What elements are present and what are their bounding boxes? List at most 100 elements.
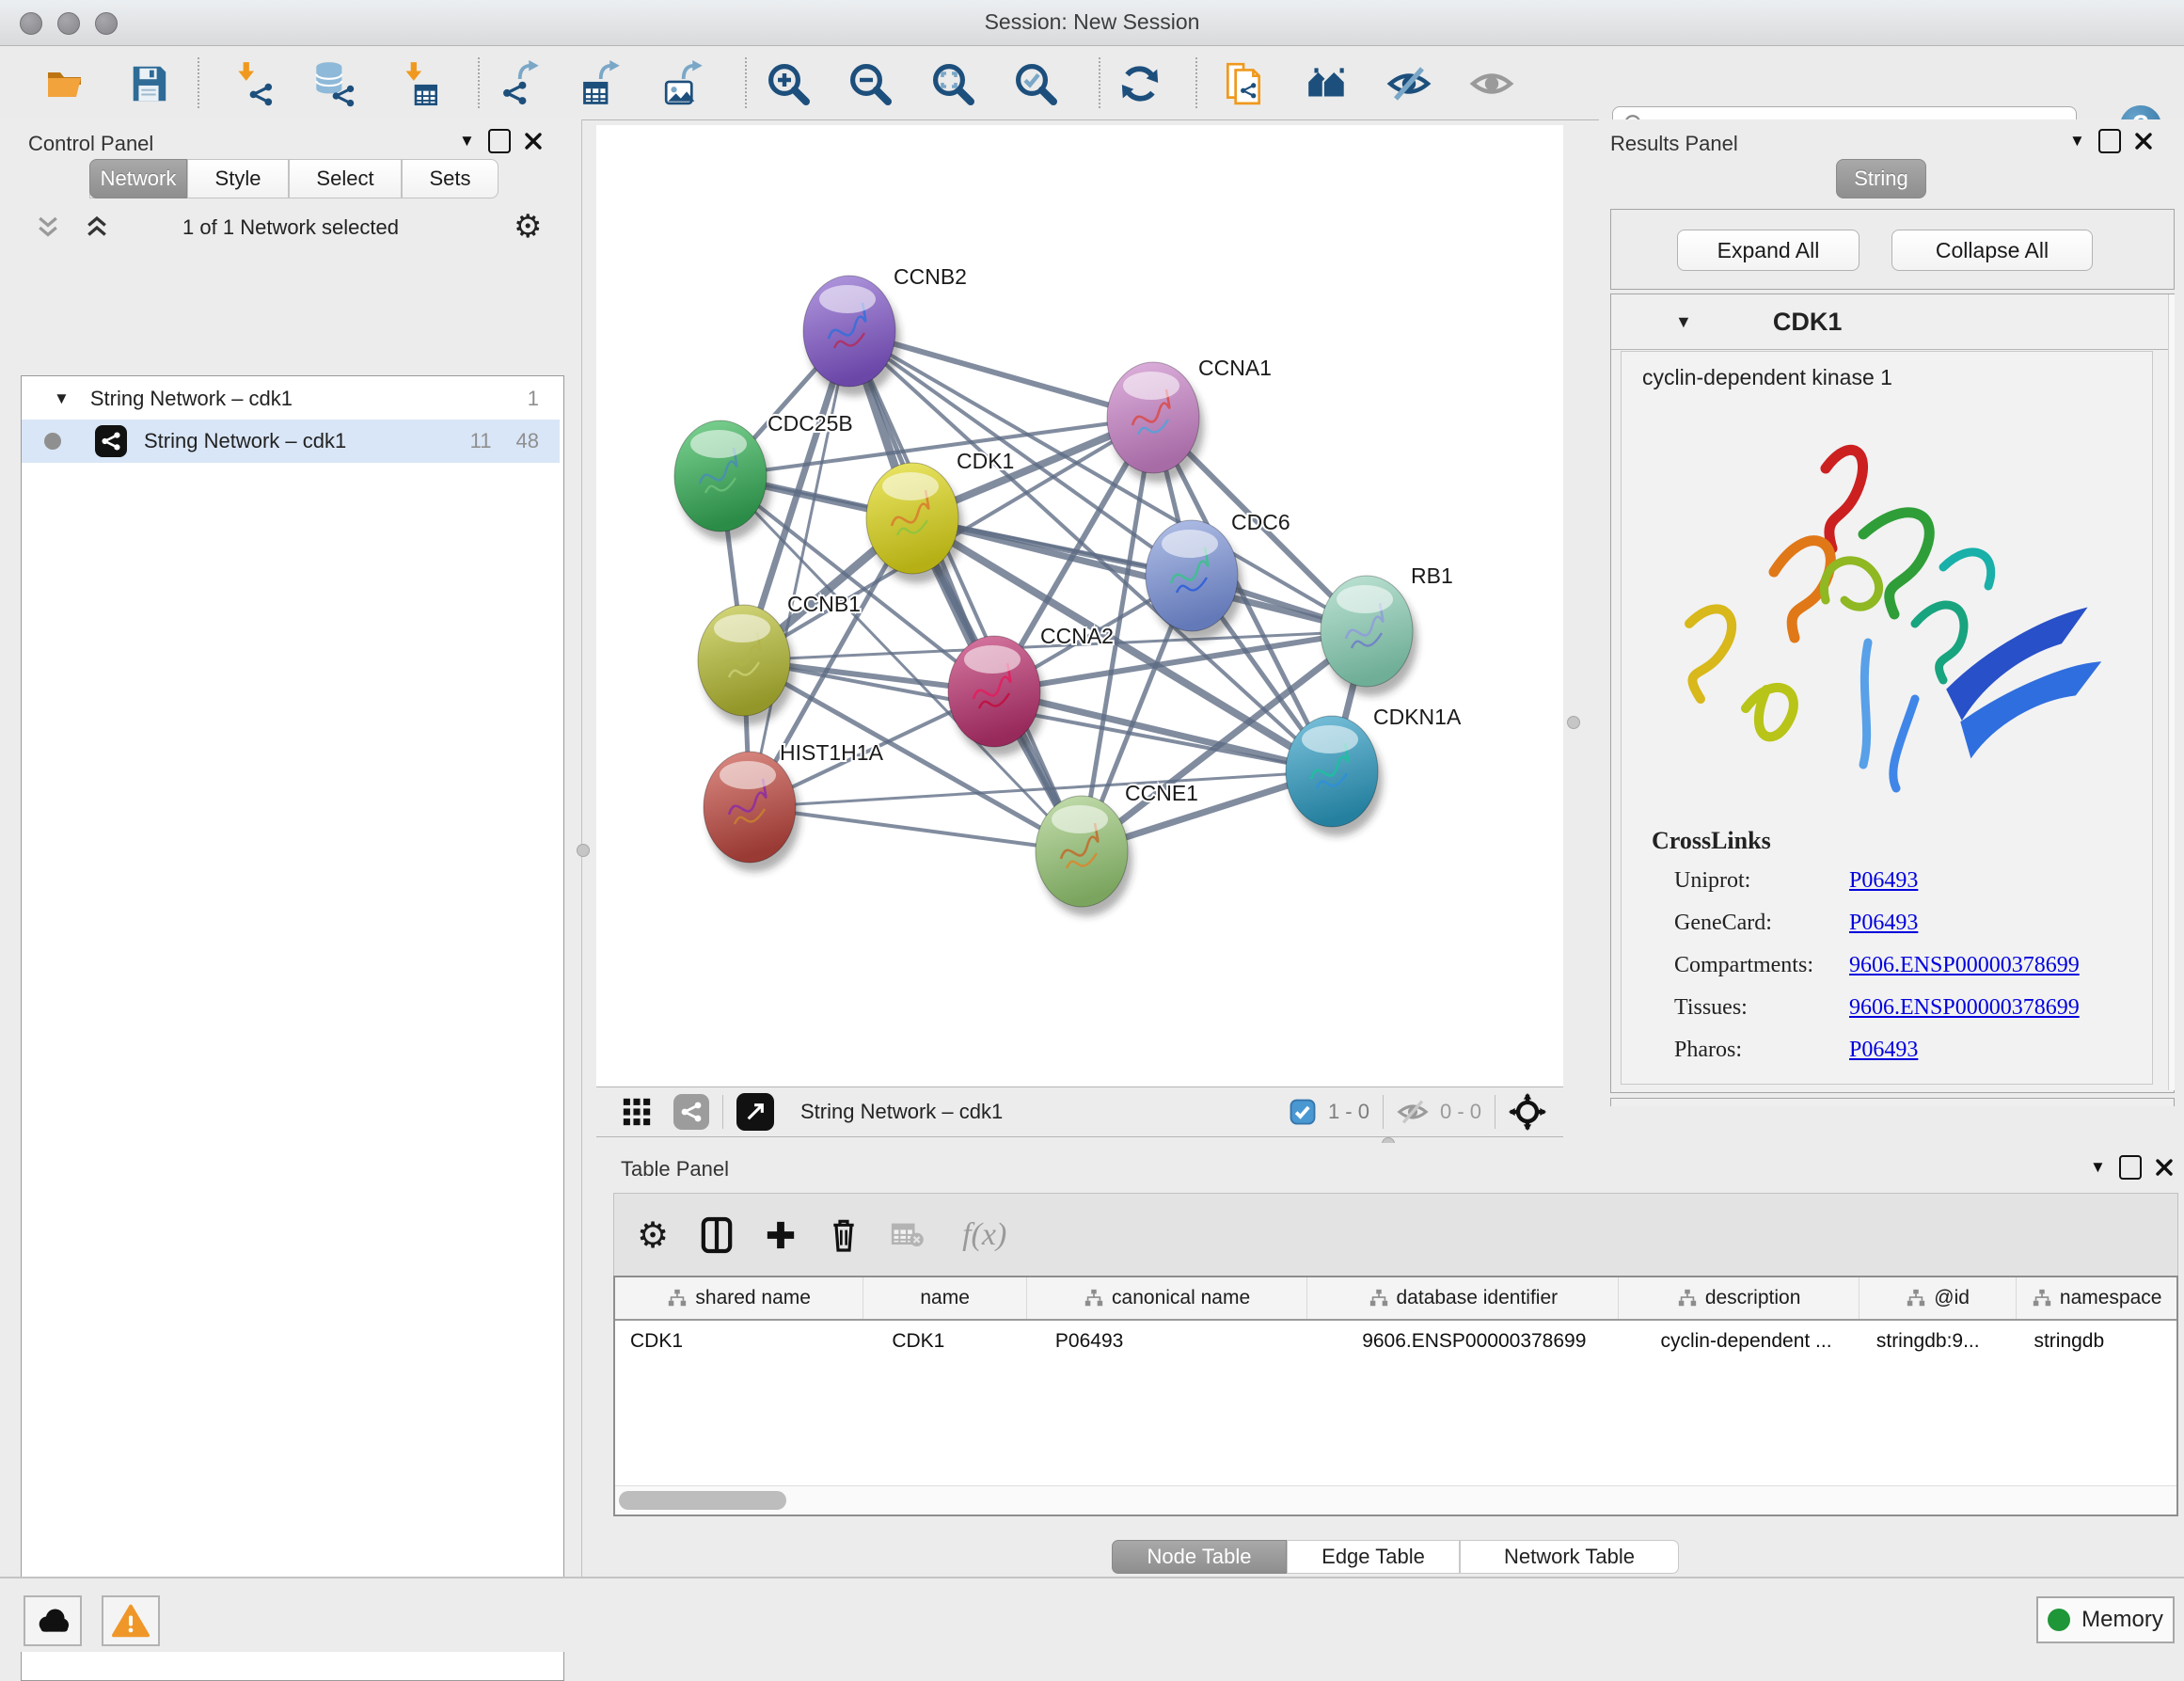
cell-description[interactable]: cyclin-dependent ... <box>1619 1321 1859 1362</box>
table-horizontal-scrollbar[interactable] <box>615 1485 2176 1514</box>
export-table-button[interactable] <box>578 59 626 108</box>
zoom-selected-button[interactable] <box>1011 59 1060 108</box>
table-row[interactable]: CDK1 CDK1 P06493 9606.ENSP00000378699 cy… <box>615 1321 2176 1362</box>
tab-style[interactable]: Style <box>187 159 289 198</box>
table-icon <box>416 86 436 104</box>
genecard-link[interactable]: P06493 <box>1849 911 1918 936</box>
refresh-layout-button[interactable] <box>1116 59 1164 108</box>
expand-all-button[interactable]: Expand All <box>1677 230 1860 271</box>
network-edge-CCNB2-CCNE1[interactable] <box>849 331 1082 851</box>
tab-network-table[interactable]: Network Table <box>1460 1540 1679 1574</box>
control-panel: Control Panel ▼ Network Network Style Se… <box>0 119 582 1577</box>
results-panel-collapse-button[interactable]: ▼ <box>2069 132 2085 151</box>
selected-node-edge-counts: 1 - 0 <box>1328 1100 1369 1124</box>
show-all-networks-button[interactable] <box>1303 59 1352 108</box>
scrollbar-thumb[interactable] <box>619 1491 786 1510</box>
compartments-link[interactable]: 9606.ENSP00000378699 <box>1849 953 2080 978</box>
detach-view-icon[interactable] <box>736 1093 774 1131</box>
table-panel-collapse-button[interactable]: ▼ <box>2090 1158 2106 1177</box>
network-node-CCNB2[interactable]: CCNB2 <box>803 264 967 396</box>
cell-namespace[interactable]: stringdb <box>2017 1321 2176 1362</box>
import-network-file-button[interactable] <box>228 59 277 108</box>
uniprot-link[interactable]: P06493 <box>1849 868 1918 894</box>
collapse-all-button[interactable]: Collapse All <box>1891 230 2093 271</box>
network-node-RB1[interactable]: RB1 <box>1321 563 1453 696</box>
network-node-CCNA1[interactable]: CCNA1 <box>1107 356 1272 483</box>
network-tree: ▼ String Network – cdk1 1 String Network… <box>21 375 564 1681</box>
table-panel-close-button[interactable] <box>2155 1158 2174 1177</box>
zoom-fit-button[interactable] <box>928 59 977 108</box>
cell-canonical-name[interactable]: P06493 <box>1027 1321 1307 1362</box>
warnings-button[interactable] <box>102 1595 160 1646</box>
collapse-entry-arrow-icon[interactable]: ▼ <box>1675 312 1692 332</box>
right-divider-grip[interactable] <box>1567 716 1580 729</box>
cloud-status-button[interactable] <box>24 1595 82 1646</box>
network-row-selected[interactable]: String Network – cdk1 11 48 <box>22 420 560 463</box>
network-edge-CDK1-RB1[interactable] <box>912 518 1367 631</box>
tab-string[interactable]: String <box>1836 159 1926 198</box>
network-node-CDKN1A[interactable]: CDKN1A <box>1286 705 1462 836</box>
results-panel-title: Results Panel <box>1610 132 1738 156</box>
save-session-button[interactable] <box>124 59 173 108</box>
network-node-CCNB1[interactable]: CCNB1 <box>698 592 861 725</box>
network-canvas[interactable]: CCNB2CCNA1CDC25BCDK1CDC6RB1CCNB1CCNA2CDK… <box>596 125 1563 1086</box>
export-image-button[interactable] <box>660 59 709 108</box>
tab-select[interactable]: Select <box>289 159 402 198</box>
column-header-shared-name[interactable]: shared name <box>615 1277 863 1319</box>
network-edge-CCNB2-HIST1H1A[interactable] <box>750 331 849 807</box>
results-panel-close-button[interactable] <box>2134 132 2153 151</box>
show-hidden-button[interactable] <box>1467 59 1516 108</box>
zoom-in-button[interactable] <box>764 59 813 108</box>
cell-database-identifier[interactable]: 9606.ENSP00000378699 <box>1307 1321 1619 1362</box>
zoom-out-button[interactable] <box>846 59 894 108</box>
table-gear-icon[interactable]: ⚙ <box>637 1214 669 1257</box>
import-table-file-button[interactable] <box>393 59 442 108</box>
column-header-database-identifier[interactable]: database identifier <box>1307 1277 1619 1319</box>
delete-trash-icon[interactable] <box>829 1217 859 1253</box>
network-node-HIST1H1A[interactable]: HIST1H1A <box>704 740 884 872</box>
control-panel-float-button[interactable] <box>488 129 511 153</box>
clone-network-button[interactable] <box>1219 59 1268 108</box>
tree-expand-arrow-icon[interactable]: ▼ <box>54 389 70 408</box>
hidden-eye-icon[interactable] <box>1397 1096 1429 1128</box>
birdseye-crosshair-icon[interactable] <box>1509 1093 1546 1131</box>
cloud-icon <box>34 1605 71 1637</box>
column-header-namespace[interactable]: namespace <box>2017 1277 2176 1319</box>
selected-checkbox-icon[interactable] <box>1289 1098 1317 1126</box>
memory-button[interactable]: Memory <box>2036 1596 2175 1643</box>
open-session-button[interactable] <box>41 59 90 108</box>
grid-view-icon[interactable] <box>621 1096 653 1128</box>
column-header-description[interactable]: description <box>1619 1277 1859 1319</box>
pharos-link[interactable]: P06493 <box>1849 1038 1918 1063</box>
column-header-id[interactable]: @id <box>1860 1277 2018 1319</box>
table-panel-float-button[interactable] <box>2119 1155 2142 1180</box>
column-header-name[interactable]: name <box>863 1277 1027 1319</box>
results-scrollbar-track[interactable] <box>2168 294 2175 1090</box>
cell-id[interactable]: stringdb:9... <box>1860 1321 2018 1362</box>
tree-column-icon <box>1677 1288 1698 1308</box>
import-network-database-button[interactable] <box>309 59 357 108</box>
tab-edge-table[interactable]: Edge Table <box>1287 1540 1460 1574</box>
network-share-view-icon[interactable] <box>673 1094 709 1130</box>
add-row-plus-icon[interactable] <box>765 1219 797 1251</box>
cell-name[interactable]: CDK1 <box>863 1321 1027 1362</box>
tab-network[interactable]: Network <box>89 159 187 198</box>
string-network-graph[interactable]: CCNB2CCNA1CDC25BCDK1CDC6RB1CCNB1CCNA2CDK… <box>596 125 1563 1086</box>
cell-shared-name[interactable]: CDK1 <box>615 1321 863 1362</box>
tab-node-table[interactable]: Node Table <box>1112 1540 1287 1574</box>
tissues-link[interactable]: 9606.ENSP00000378699 <box>1849 995 2080 1021</box>
control-panel-collapse-button[interactable]: ▼ <box>459 132 475 151</box>
results-panel-float-button[interactable] <box>2098 129 2121 153</box>
tab-sets[interactable]: Sets <box>402 159 499 198</box>
columns-icon[interactable] <box>701 1216 733 1254</box>
export-network-button[interactable] <box>497 59 546 108</box>
left-divider-grip[interactable] <box>577 844 590 857</box>
column-header-canonical-name[interactable]: canonical name <box>1027 1277 1307 1319</box>
network-node-CCNA2[interactable]: CCNA2 <box>948 624 1114 756</box>
node-result-header[interactable]: ▼ CDK1 <box>1611 294 2174 350</box>
hide-unhide-button[interactable] <box>1385 59 1433 108</box>
refresh-icon <box>1118 62 1162 105</box>
network-options-gear-icon[interactable]: ⚙ <box>514 208 542 246</box>
control-panel-close-button[interactable] <box>524 132 543 151</box>
network-collection-row[interactable]: ▼ String Network – cdk1 1 <box>22 378 560 420</box>
